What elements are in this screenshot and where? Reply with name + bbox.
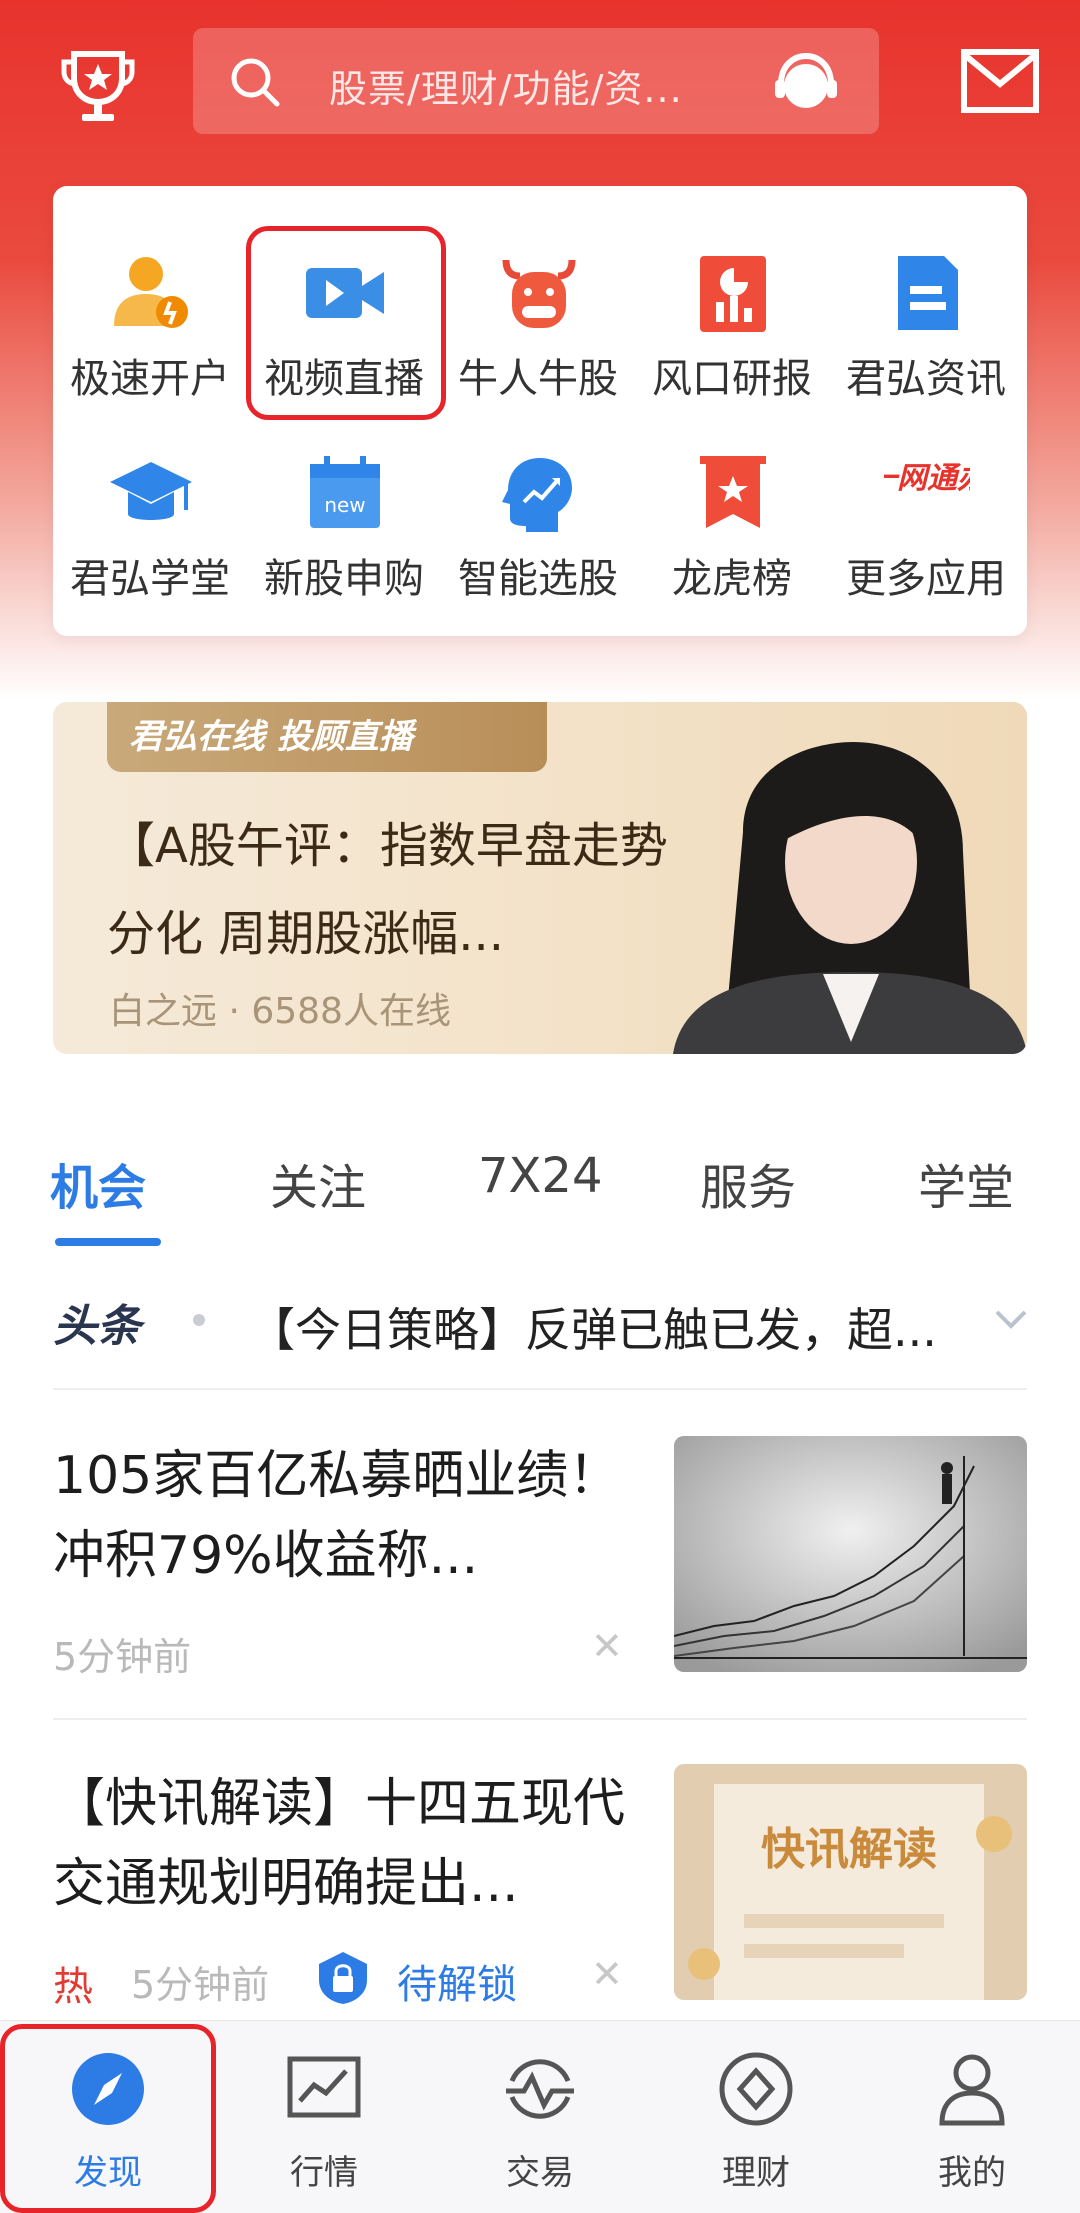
tab-academy[interactable]: 学堂 bbox=[918, 1148, 1014, 1218]
unlock-label[interactable]: 待解锁 bbox=[397, 1952, 517, 2010]
close-icon[interactable]: ✕ bbox=[591, 1624, 623, 1668]
search-placeholder: 股票/理财/功能/资... bbox=[329, 67, 683, 111]
news-thumbnail: 快讯解读 bbox=[674, 1764, 1027, 2000]
report-icon bbox=[700, 256, 766, 332]
lock-icon bbox=[319, 1952, 367, 2004]
search-icon bbox=[231, 58, 280, 107]
svg-text:快讯解读: 快讯解读 bbox=[761, 1824, 937, 1875]
discover-highlight bbox=[0, 2024, 216, 2213]
banner-tag: 君弘在线 投顾直播 bbox=[107, 702, 547, 772]
quick-function-grid: 极速开户 视频直播 牛人牛股 风口研报 君弘资讯 君弘学堂 new 新股申购 智… bbox=[53, 186, 1027, 636]
banner-meta: 白之远 · 6588人在线 bbox=[109, 991, 451, 1032]
hot-badge: 热 bbox=[53, 1964, 93, 2010]
bull-icon bbox=[502, 259, 576, 328]
mail-icon[interactable] bbox=[960, 48, 1040, 114]
news-title: 105家百亿私募晒业绩！冲积79%收益称... bbox=[53, 1446, 621, 1586]
market-chart-icon bbox=[287, 2056, 361, 2118]
divider bbox=[53, 1718, 1027, 1720]
host-photo bbox=[673, 742, 1027, 1054]
user-icon bbox=[939, 2054, 1005, 2126]
live-banner[interactable]: 君弘在线 投顾直播 【A股午评：指数早盘走势分化 周期股涨幅... 白之远 · … bbox=[53, 702, 1027, 1054]
headline-logo: 头条 bbox=[53, 1301, 141, 1352]
diamond-icon bbox=[719, 2052, 793, 2126]
active-tab-indicator bbox=[55, 1238, 161, 1246]
video-live-highlight bbox=[246, 226, 446, 420]
headline-ticker[interactable]: 头条 【今日策略】反弹已触已发，超... bbox=[53, 1270, 1033, 1370]
tab-opportunity[interactable]: 机会 bbox=[50, 1148, 146, 1218]
one-stop-icon: 一网通办 bbox=[884, 461, 970, 496]
news-title: 【快讯解读】十四五现代交通规划明确提出... bbox=[53, 1774, 626, 1914]
svg-text:一网通办: 一网通办 bbox=[884, 461, 970, 496]
news-item[interactable]: 【快讯解读】十四五现代交通规划明确提出... 热 5分钟前 待解锁 ✕ 快讯解读 bbox=[53, 1764, 1027, 2010]
content-tabs: 机会 关注 7X24 服务 学堂 bbox=[0, 1130, 1080, 1250]
graduation-cap-icon bbox=[110, 462, 192, 520]
news-thumbnail bbox=[674, 1436, 1027, 1672]
chevron-down-icon[interactable] bbox=[991, 1304, 1031, 1334]
grid-item-ipo-subscribe[interactable]: new 新股申购 bbox=[247, 396, 441, 602]
open-account-icon bbox=[114, 257, 188, 328]
tab-7x24[interactable]: 7X24 bbox=[478, 1148, 603, 1204]
trade-wave-icon bbox=[506, 2059, 574, 2119]
trophy-icon[interactable] bbox=[56, 44, 140, 128]
news-time: 5分钟前 bbox=[131, 1963, 270, 2007]
smart-head-icon bbox=[502, 458, 572, 532]
grid-item-bull-stocks[interactable]: 牛人牛股 bbox=[441, 196, 635, 402]
ribbon-star-icon bbox=[700, 456, 766, 528]
nav-wealth[interactable]: 理财 bbox=[648, 2021, 864, 2213]
separator-dot bbox=[193, 1314, 205, 1326]
divider bbox=[53, 1388, 1027, 1390]
new-calendar-icon: new bbox=[310, 456, 380, 528]
top-bar: 股票/理财/功能/资... bbox=[0, 0, 1080, 170]
grid-item-more-apps[interactable]: 一网通办 更多应用 bbox=[829, 396, 1023, 602]
tab-follow[interactable]: 关注 bbox=[270, 1148, 366, 1218]
grid-item-academy[interactable]: 君弘学堂 bbox=[53, 396, 247, 602]
nav-trade[interactable]: 交易 bbox=[432, 2021, 648, 2213]
news-time: 5分钟前 bbox=[53, 1635, 192, 1679]
nav-mine[interactable]: 我的 bbox=[864, 2021, 1080, 2213]
search-bar[interactable]: 股票/理财/功能/资... bbox=[193, 28, 879, 134]
svg-text:new: new bbox=[324, 493, 365, 517]
grid-item-smart-pick[interactable]: 智能选股 bbox=[441, 396, 635, 602]
headline-text: 【今日策略】反弹已触已发，超... bbox=[249, 1303, 937, 1357]
news-item[interactable]: 105家百亿私募晒业绩！冲积79%收益称... 5分钟前 ✕ bbox=[53, 1436, 1027, 1679]
banner-title: 【A股午评：指数早盘走势分化 周期股涨幅... bbox=[107, 818, 668, 962]
tab-service[interactable]: 服务 bbox=[700, 1148, 796, 1218]
grid-item-research-report[interactable]: 风口研报 bbox=[635, 196, 829, 402]
grid-item-news[interactable]: 君弘资讯 bbox=[829, 196, 1023, 402]
customer-service-icon[interactable] bbox=[769, 46, 843, 120]
news-doc-icon bbox=[898, 256, 958, 330]
grid-item-open-account[interactable]: 极速开户 bbox=[53, 196, 247, 402]
close-icon[interactable]: ✕ bbox=[591, 1952, 623, 1996]
grid-item-dragon-tiger[interactable]: 龙虎榜 bbox=[635, 396, 829, 602]
nav-market[interactable]: 行情 bbox=[216, 2021, 432, 2213]
